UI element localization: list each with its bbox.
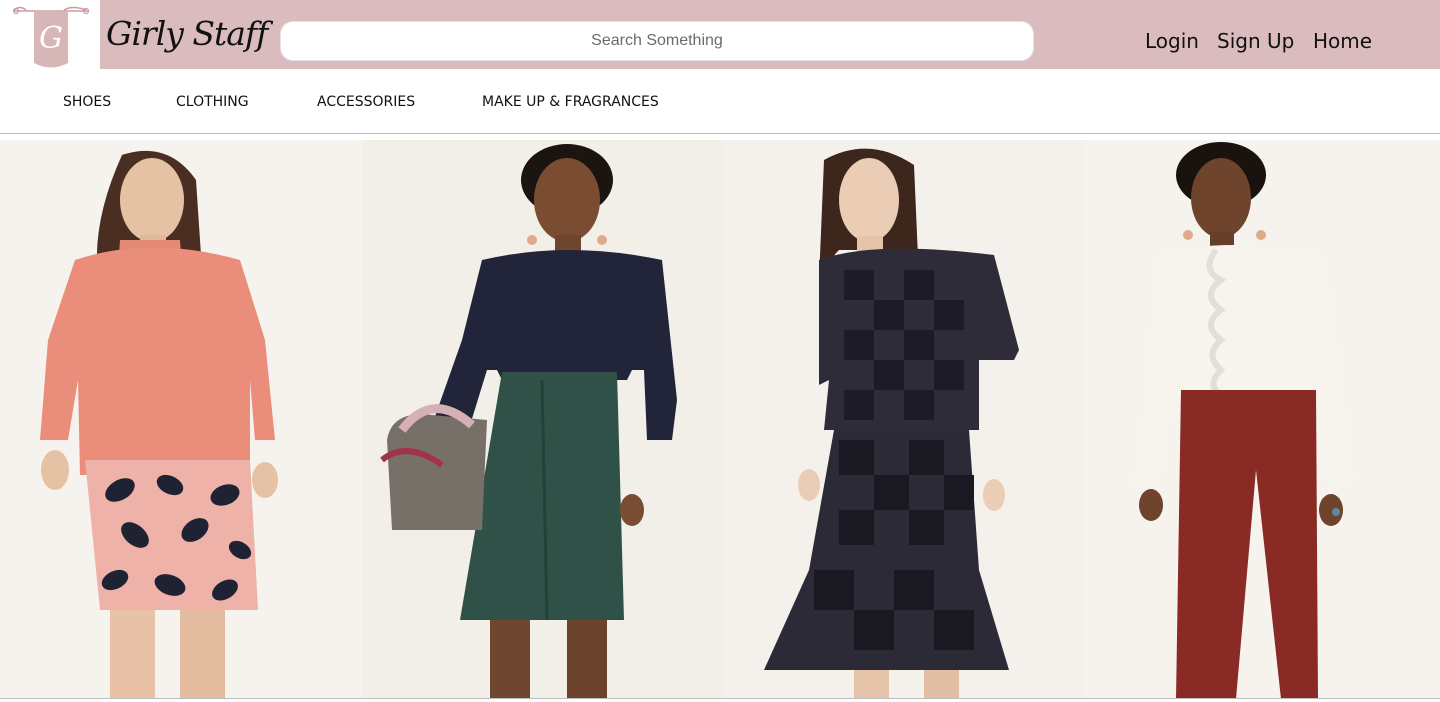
signup-link[interactable]: Sign Up bbox=[1217, 27, 1294, 55]
category-makeup-fragrances[interactable]: MAKE UP & FRAGRANCES bbox=[482, 93, 659, 111]
category-clothing[interactable]: CLOTHING bbox=[176, 93, 249, 111]
top-header: G Girly Staff Login Sign Up Home bbox=[0, 0, 1440, 69]
category-shoes[interactable]: SHOES bbox=[63, 93, 111, 111]
hero-banner bbox=[0, 140, 1440, 699]
model-image-1[interactable] bbox=[0, 140, 362, 698]
home-link[interactable]: Home bbox=[1313, 27, 1372, 55]
logo-letter: G bbox=[39, 21, 63, 56]
search-input[interactable] bbox=[280, 21, 1034, 61]
brand-name: Girly Staff bbox=[106, 14, 268, 53]
model-image-3[interactable] bbox=[724, 140, 1086, 698]
logo[interactable]: G bbox=[0, 0, 100, 69]
model-image-4[interactable] bbox=[1086, 140, 1440, 698]
model-image-2[interactable] bbox=[362, 140, 724, 698]
category-nav: SHOES CLOTHING ACCESSORIES MAKE UP & FRA… bbox=[0, 69, 1440, 134]
logo-badge-icon: G bbox=[12, 6, 90, 68]
login-link[interactable]: Login bbox=[1145, 27, 1199, 55]
category-accessories[interactable]: ACCESSORIES bbox=[317, 93, 415, 111]
